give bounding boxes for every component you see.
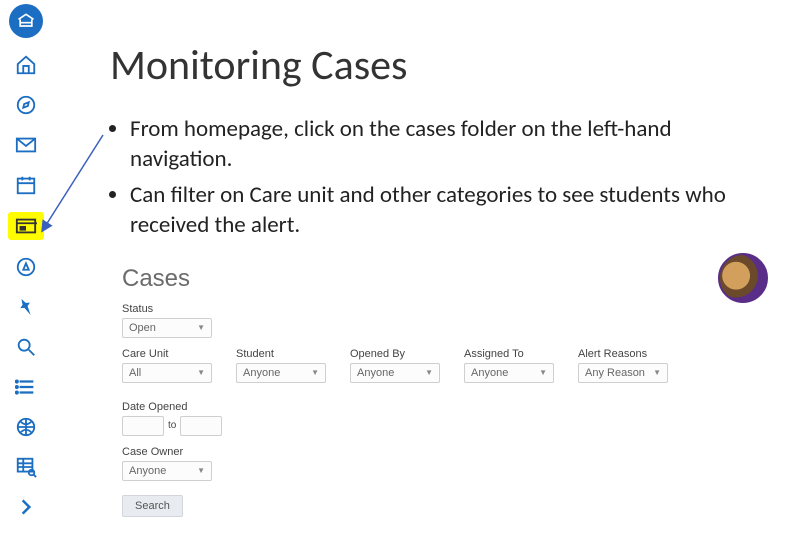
filter-label: Status [122,303,212,315]
left-sidebar [0,0,52,537]
next-chevron-icon[interactable] [13,494,39,520]
grid-search-icon[interactable] [13,454,39,480]
filter-row-1: Status Open ▼ [122,303,768,338]
filter-label: Student [236,348,326,360]
slide-content: Monitoring Cases From homepage, click on… [110,40,770,517]
dropdown-value: All [129,367,141,379]
globe-icon[interactable] [13,414,39,440]
dropdown-value: Anyone [357,367,394,379]
date-opened-range: to [122,416,222,436]
chevron-down-icon: ▼ [539,368,547,377]
chevron-down-icon: ▼ [197,466,205,475]
filter-alert-reasons: Alert Reasons Any Reason ▼ [578,348,668,383]
bullet-item: Can filter on Care unit and other catego… [130,181,770,241]
chevron-down-icon: ▼ [197,323,205,332]
calendar-icon[interactable] [13,172,39,198]
filter-care-unit: Care Unit All ▼ [122,348,212,383]
dropdown-value: Anyone [129,465,166,477]
bullet-item: From homepage, click on the cases folder… [130,115,770,175]
cases-folder-icon[interactable] [13,213,39,239]
date-to-label: to [168,420,176,431]
search-button[interactable]: Search [122,495,183,517]
chevron-down-icon: ▼ [425,368,433,377]
filter-opened-by: Opened By Anyone ▼ [350,348,440,383]
dropdown-value: Anyone [243,367,280,379]
bullet-list: From homepage, click on the cases folder… [110,115,770,241]
mail-icon[interactable] [13,132,39,158]
alert-reasons-dropdown[interactable]: Any Reason ▼ [578,363,668,383]
search-icon[interactable] [13,334,39,360]
avatar [718,253,768,303]
chevron-down-icon: ▼ [197,368,205,377]
target-icon[interactable] [13,254,39,280]
dropdown-value: Any Reason [585,367,645,379]
logo-icon[interactable] [9,4,43,38]
pin-icon[interactable] [8,289,44,325]
dropdown-value: Open [129,322,156,334]
filter-label: Alert Reasons [578,348,668,360]
date-from-input[interactable] [122,416,164,436]
page-title: Monitoring Cases [110,40,770,91]
home-icon[interactable] [13,52,39,78]
date-to-input[interactable] [180,416,222,436]
filter-label: Case Owner [122,446,212,458]
compass-icon[interactable] [13,92,39,118]
filter-label: Opened By [350,348,440,360]
filter-date-opened: Date Opened to [122,401,222,436]
filter-assigned-to: Assigned To Anyone ▼ [464,348,554,383]
filter-status: Status Open ▼ [122,303,212,338]
filter-case-owner: Case Owner Anyone ▼ [122,446,212,481]
filter-row-2: Care Unit All ▼ Student Anyone ▼ Opened … [122,348,768,436]
student-dropdown[interactable]: Anyone ▼ [236,363,326,383]
case-owner-dropdown[interactable]: Anyone ▼ [122,461,212,481]
list-icon[interactable] [13,374,39,400]
care-unit-dropdown[interactable]: All ▼ [122,363,212,383]
assigned-to-dropdown[interactable]: Anyone ▼ [464,363,554,383]
opened-by-dropdown[interactable]: Anyone ▼ [350,363,440,383]
chevron-down-icon: ▼ [653,368,661,377]
dropdown-value: Anyone [471,367,508,379]
filter-student: Student Anyone ▼ [236,348,326,383]
status-dropdown[interactable]: Open ▼ [122,318,212,338]
cases-heading: Cases [122,265,768,293]
filter-label: Assigned To [464,348,554,360]
filter-row-3: Case Owner Anyone ▼ [122,446,768,481]
cases-folder-highlight [8,212,44,240]
filter-label: Date Opened [122,401,222,413]
chevron-down-icon: ▼ [311,368,319,377]
cases-screenshot: Cases Status Open ▼ Care Unit All ▼ St [110,261,770,517]
filter-label: Care Unit [122,348,212,360]
